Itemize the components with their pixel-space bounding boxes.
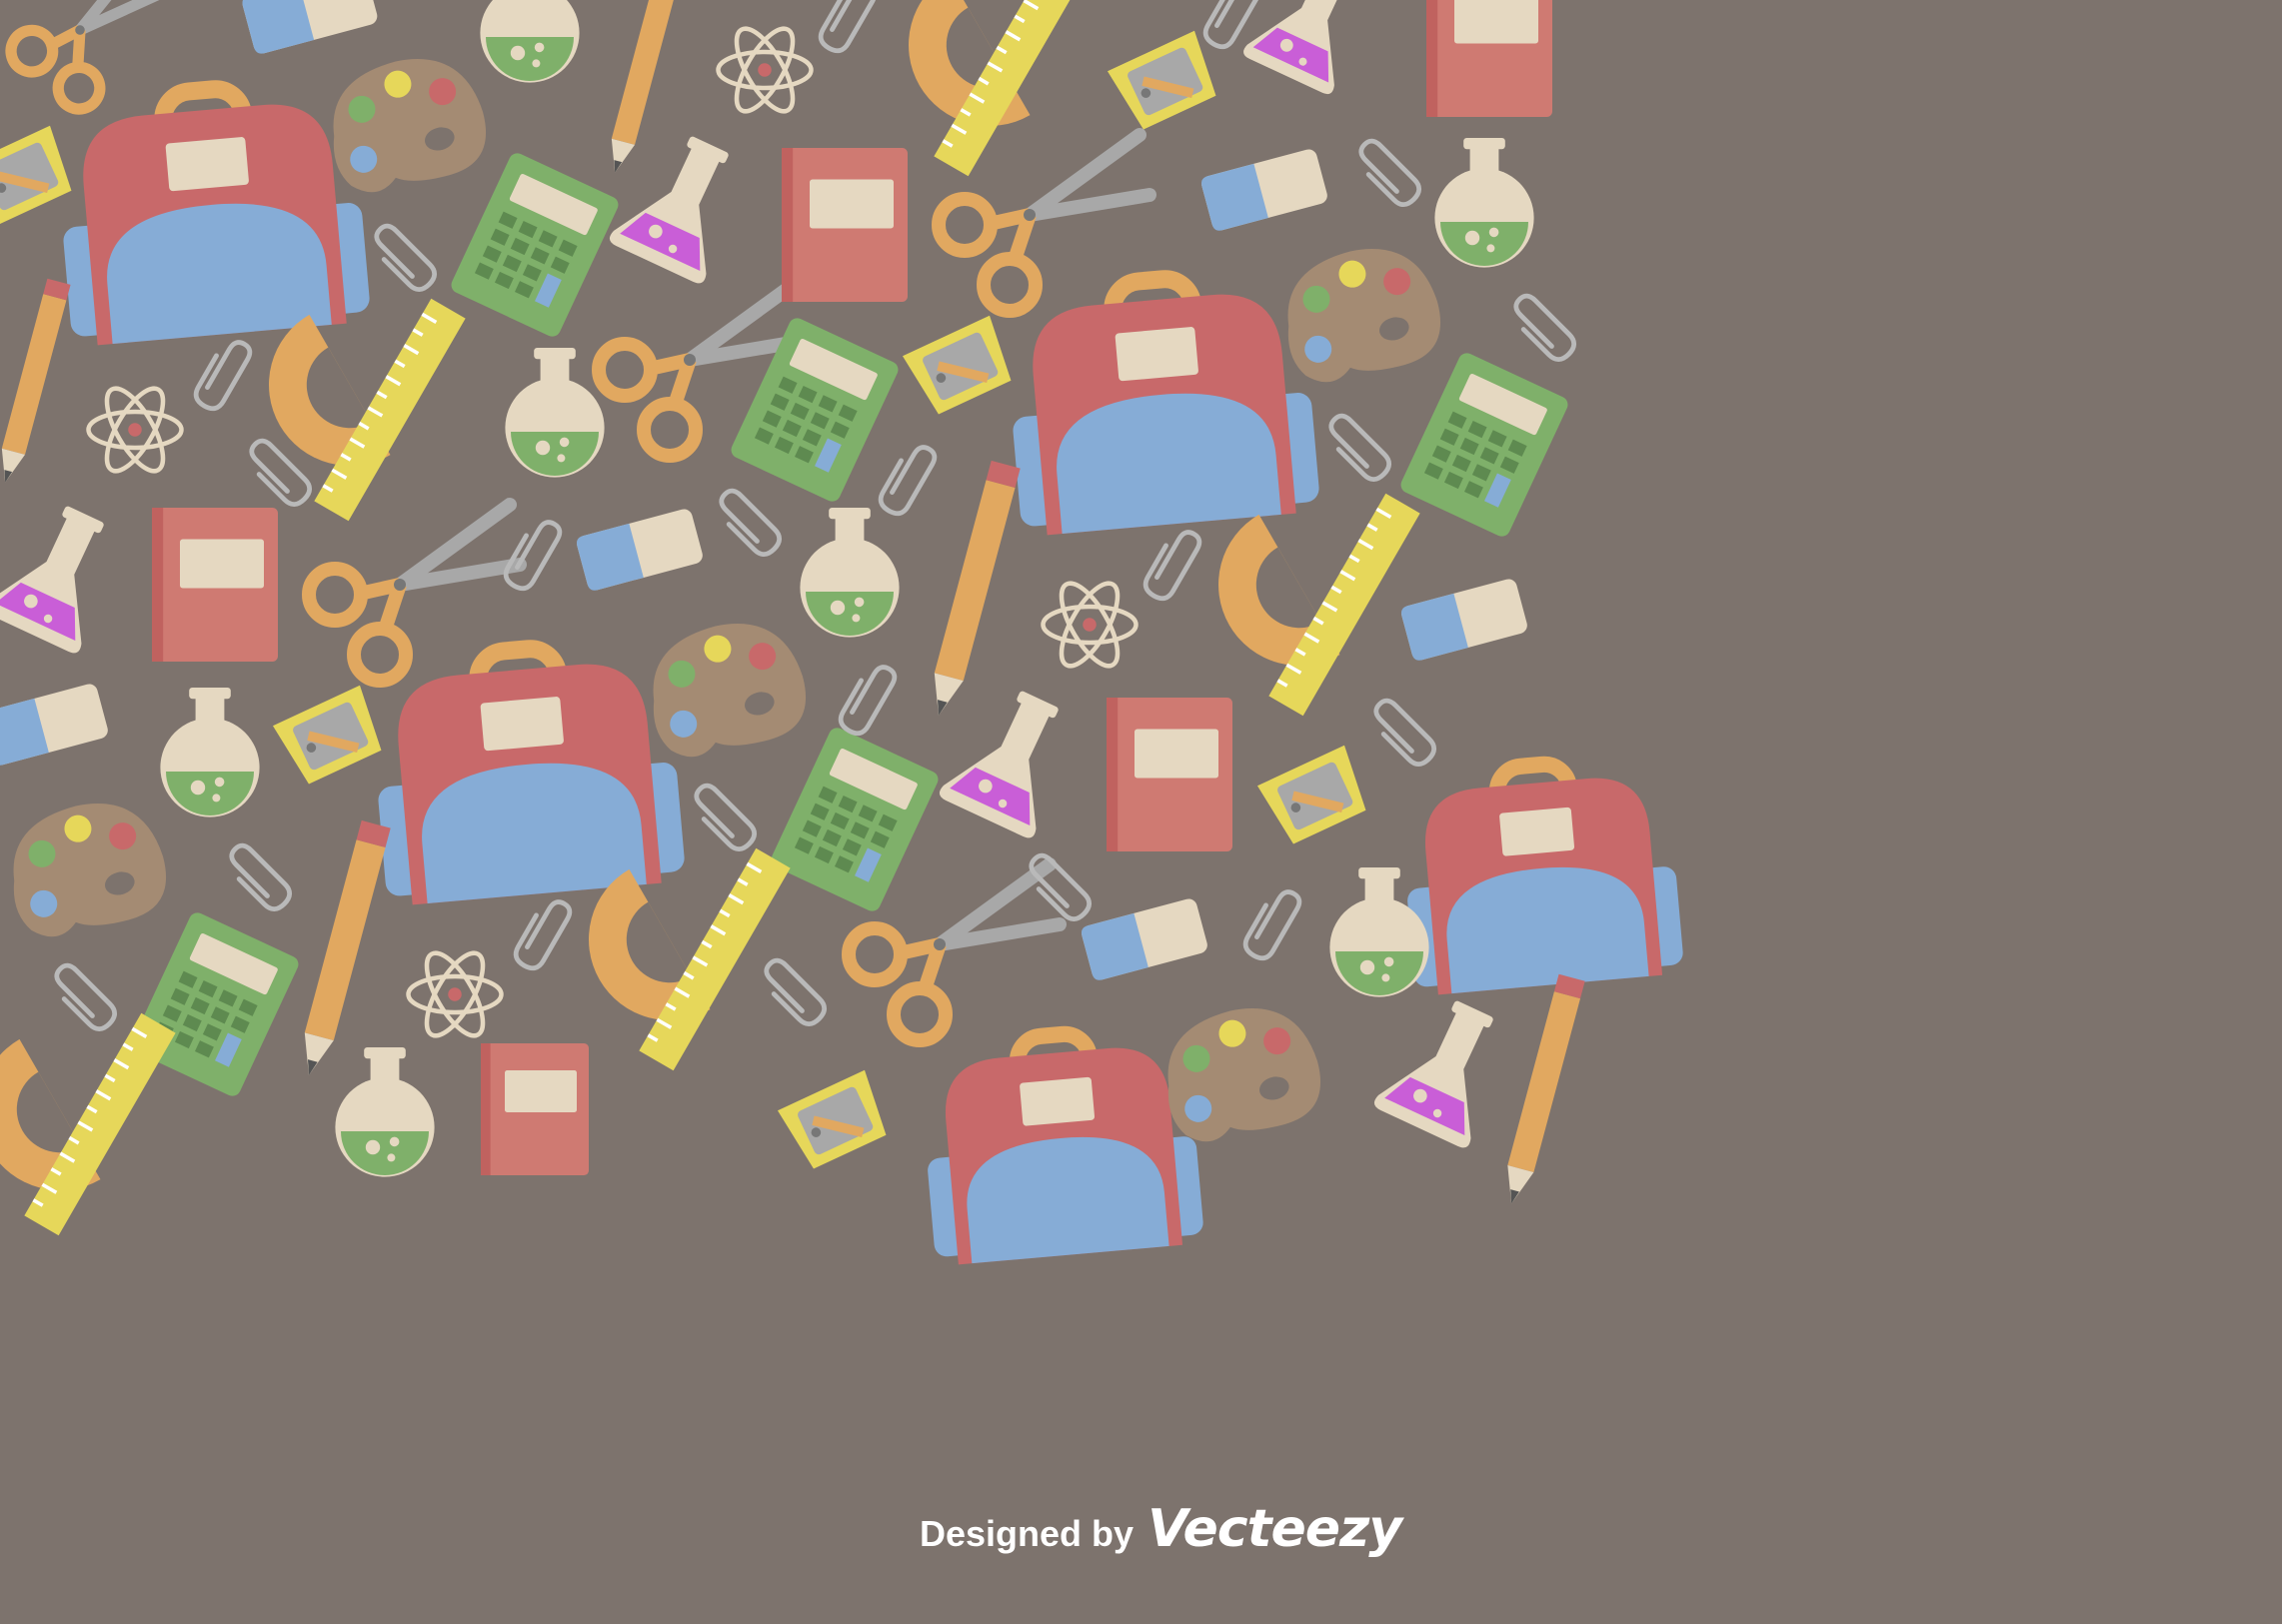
- calculator-icon: [128, 909, 302, 1099]
- paperclip-icon: [367, 222, 439, 294]
- pattern-layer: [0, 0, 1684, 1266]
- round-flask-icon: [160, 688, 260, 817]
- paperclip-icon: [192, 335, 254, 413]
- eraser-icon: [240, 0, 380, 56]
- round-flask-icon: [1329, 867, 1429, 997]
- paperclip-icon: [47, 961, 119, 1033]
- paperclip-icon: [1321, 412, 1393, 484]
- round-flask-icon: [335, 1047, 435, 1177]
- flask-icon: [937, 677, 1088, 840]
- backpack-icon: [1396, 754, 1684, 996]
- vecteezy-logo: Vecteezy: [1147, 1499, 1402, 1559]
- backpack-icon: [1001, 267, 1320, 537]
- sharpener-icon: [1257, 746, 1373, 847]
- calculator-icon: [1397, 350, 1571, 540]
- atom-icon: [89, 381, 182, 480]
- paperclip-icon: [502, 515, 564, 593]
- paperclip-icon: [1141, 525, 1203, 603]
- backpack-icon: [917, 1023, 1204, 1266]
- calculator-icon: [768, 725, 942, 914]
- paperclip-icon: [757, 956, 829, 1028]
- school-supplies-pattern: [0, 0, 2282, 1624]
- calculator-icon: [448, 150, 622, 340]
- round-flask-icon: [480, 0, 580, 83]
- paperclip-icon: [1241, 884, 1303, 962]
- paperclip-icon: [222, 841, 294, 913]
- paperclip-icon: [687, 782, 759, 853]
- flask-icon: [0, 492, 133, 656]
- round-flask-icon: [505, 348, 605, 478]
- eraser-icon: [575, 507, 705, 593]
- eraser-icon: [1080, 896, 1209, 982]
- notebook-icon: [782, 148, 908, 302]
- notebook-icon: [1426, 0, 1552, 117]
- paperclip-icon: [1366, 697, 1438, 769]
- notebook-icon: [1107, 698, 1232, 851]
- sharpener-icon: [903, 316, 1019, 418]
- notebook-icon: [152, 508, 278, 662]
- atom-icon: [719, 21, 812, 120]
- flask-icon: [1371, 986, 1522, 1150]
- paperclip-icon: [1351, 137, 1423, 209]
- sharpener-icon: [778, 1070, 894, 1172]
- sharpener-icon: [0, 126, 79, 228]
- designer-credit: Designed by Vecteezy: [920, 1499, 1402, 1559]
- round-flask-icon: [1434, 138, 1534, 268]
- sharpener-icon: [1108, 31, 1223, 133]
- paint-palette-icon: [1149, 992, 1331, 1152]
- pencil-icon: [0, 278, 71, 486]
- paperclip-icon: [512, 894, 574, 972]
- atom-icon: [409, 945, 502, 1044]
- paperclip-icon: [817, 0, 879, 55]
- paperclip-icon: [837, 660, 899, 738]
- paperclip-icon: [1022, 851, 1094, 923]
- round-flask-icon: [800, 508, 900, 638]
- paperclip-icon: [877, 440, 939, 518]
- pencil-icon: [294, 819, 391, 1079]
- flask-icon: [1240, 0, 1383, 97]
- paint-palette-icon: [0, 788, 177, 947]
- notebook-icon: [481, 1043, 589, 1175]
- paperclip-icon: [1506, 292, 1578, 364]
- pencil-icon: [924, 460, 1021, 720]
- paint-palette-icon: [315, 43, 497, 203]
- paperclip-icon: [712, 487, 784, 559]
- pencil-icon: [1498, 973, 1585, 1207]
- atom-icon: [1044, 576, 1137, 675]
- eraser-icon: [1199, 147, 1329, 233]
- sharpener-icon: [273, 686, 389, 788]
- backpack-icon: [366, 637, 686, 906]
- paint-palette-icon: [1269, 233, 1451, 393]
- designed-by-text: Designed by: [920, 1513, 1135, 1554]
- eraser-icon: [1399, 577, 1529, 663]
- pencil-icon: [603, 0, 681, 176]
- eraser-icon: [0, 682, 110, 768]
- paint-palette-icon: [635, 608, 817, 768]
- backpack-icon: [51, 77, 371, 347]
